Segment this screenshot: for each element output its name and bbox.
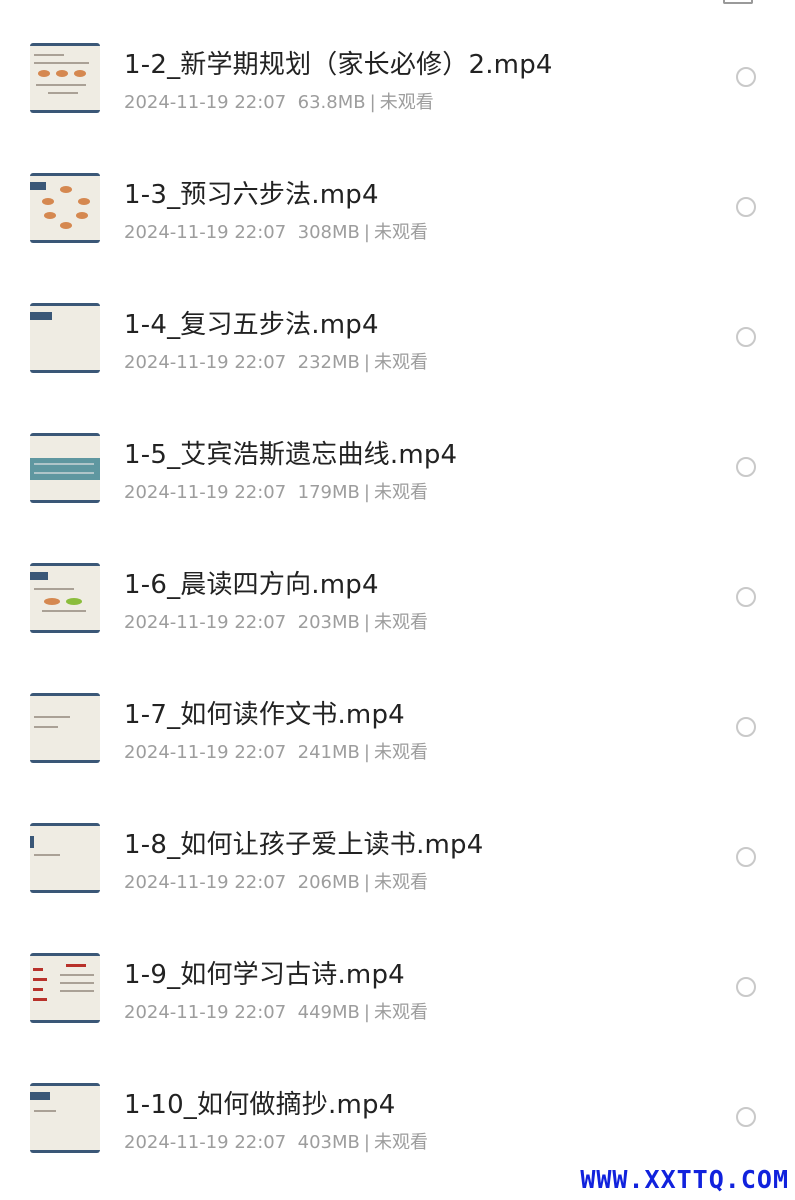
- select-radio-icon[interactable]: [736, 457, 756, 477]
- file-size: 63.8MB: [297, 92, 366, 113]
- file-size: 232MB: [297, 352, 360, 373]
- file-date: 2024-11-19 22:07: [124, 612, 287, 633]
- file-date: 2024-11-19 22:07: [124, 352, 287, 373]
- video-thumbnail: [30, 43, 100, 113]
- file-meta: 2024-11-19 22:07 203MB | 未观看: [124, 608, 428, 634]
- file-name: 1-8_如何让孩子爱上读书.mp4: [124, 830, 484, 860]
- file-name: 1-10_如何做摘抄.mp4: [124, 1090, 396, 1120]
- file-meta: 2024-11-19 22:07 241MB | 未观看: [124, 738, 428, 764]
- video-thumbnail: [30, 303, 100, 373]
- file-size: 449MB: [297, 1002, 360, 1023]
- list-item[interactable]: 1-4_复习五步法.mp4 2024-11-19 22:07 232MB | 未观看: [0, 260, 795, 390]
- list-item[interactable]: 1-2_新学期规划（家长必修）2.mp4 2024-11-19 22:07 63…: [0, 0, 795, 130]
- video-thumbnail: [30, 1083, 100, 1153]
- file-name: 1-9_如何学习古诗.mp4: [124, 960, 405, 990]
- file-name: 1-2_新学期规划（家长必修）2.mp4: [124, 50, 553, 80]
- file-list: 1-2_新学期规划（家长必修）2.mp4 2024-11-19 22:07 63…: [0, 0, 795, 1170]
- file-size: 403MB: [297, 1132, 360, 1153]
- list-item[interactable]: 1-7_如何读作文书.mp4 2024-11-19 22:07 241MB | 未观…: [0, 650, 795, 780]
- file-meta: 2024-11-19 22:07 403MB | 未观看: [124, 1128, 428, 1154]
- file-meta: 2024-11-19 22:07 63.8MB | 未观看: [124, 88, 434, 114]
- meta-separator: |: [363, 482, 370, 503]
- file-size: 308MB: [297, 222, 360, 243]
- file-size: 241MB: [297, 742, 360, 763]
- file-meta: 2024-11-19 22:07 308MB | 未观看: [124, 218, 428, 244]
- video-thumbnail: [30, 563, 100, 633]
- file-date: 2024-11-19 22:07: [124, 1132, 287, 1153]
- file-meta: 2024-11-19 22:07 232MB | 未观看: [124, 348, 428, 374]
- list-item[interactable]: 1-5_艾宾浩斯遗忘曲线.mp4 2024-11-19 22:07 179MB |…: [0, 390, 795, 520]
- meta-separator: |: [369, 92, 376, 113]
- meta-separator: |: [363, 612, 370, 633]
- video-thumbnail: [30, 693, 100, 763]
- select-radio-icon[interactable]: [736, 67, 756, 87]
- watch-status: 未观看: [373, 352, 428, 373]
- file-date: 2024-11-19 22:07: [124, 742, 287, 763]
- meta-separator: |: [363, 1132, 370, 1153]
- watch-status: 未观看: [373, 222, 428, 243]
- select-radio-icon[interactable]: [736, 327, 756, 347]
- watch-status: 未观看: [373, 1002, 428, 1023]
- file-size: 203MB: [297, 612, 360, 633]
- file-size: 179MB: [297, 482, 360, 503]
- select-radio-icon[interactable]: [736, 977, 756, 997]
- meta-separator: |: [363, 872, 370, 893]
- list-item[interactable]: 1-8_如何让孩子爱上读书.mp4 2024-11-19 22:07 206MB…: [0, 780, 795, 910]
- file-name: 1-7_如何读作文书.mp4: [124, 700, 405, 730]
- file-date: 2024-11-19 22:07: [124, 1002, 287, 1023]
- meta-separator: |: [363, 352, 370, 373]
- watch-status: 未观看: [373, 612, 428, 633]
- file-name: 1-4_复习五步法.mp4: [124, 310, 379, 340]
- file-meta: 2024-11-19 22:07 449MB | 未观看: [124, 998, 428, 1024]
- list-item[interactable]: 1-3_预习六步法.mp4 2024-11-19 22:07 308MB | 未观看: [0, 130, 795, 260]
- file-name: 1-3_预习六步法.mp4: [124, 180, 379, 210]
- watch-status: 未观看: [373, 1132, 428, 1153]
- watch-status: 未观看: [373, 872, 428, 893]
- video-thumbnail: [30, 173, 100, 243]
- file-name: 1-6_晨读四方向.mp4: [124, 570, 379, 600]
- select-radio-icon[interactable]: [736, 717, 756, 737]
- video-thumbnail: [30, 433, 100, 503]
- select-radio-icon[interactable]: [736, 197, 756, 217]
- list-item[interactable]: 1-10_如何做摘抄.mp4 2024-11-19 22:07 403MB | 未观…: [0, 1040, 795, 1170]
- select-radio-icon[interactable]: [736, 1107, 756, 1127]
- meta-separator: |: [363, 742, 370, 763]
- select-radio-icon[interactable]: [736, 587, 756, 607]
- video-thumbnail: [30, 823, 100, 893]
- file-meta: 2024-11-19 22:07 206MB | 未观看: [124, 868, 428, 894]
- list-item[interactable]: 1-6_晨读四方向.mp4 2024-11-19 22:07 203MB | 未观看: [0, 520, 795, 650]
- file-meta: 2024-11-19 22:07 179MB | 未观看: [124, 478, 428, 504]
- file-date: 2024-11-19 22:07: [124, 222, 287, 243]
- watch-status: 未观看: [373, 482, 428, 503]
- list-item[interactable]: 1-9_如何学习古诗.mp4 2024-11-19 22:07 449MB | 未观…: [0, 910, 795, 1040]
- file-size: 206MB: [297, 872, 360, 893]
- file-name: 1-5_艾宾浩斯遗忘曲线.mp4: [124, 440, 458, 470]
- select-radio-icon[interactable]: [736, 847, 756, 867]
- meta-separator: |: [363, 1002, 370, 1023]
- file-date: 2024-11-19 22:07: [124, 92, 287, 113]
- file-date: 2024-11-19 22:07: [124, 872, 287, 893]
- video-thumbnail: [30, 953, 100, 1023]
- meta-separator: |: [363, 222, 370, 243]
- watch-status: 未观看: [373, 742, 428, 763]
- watch-status: 未观看: [379, 92, 434, 113]
- file-date: 2024-11-19 22:07: [124, 482, 287, 503]
- watermark-text: WWW.XXTTQ.COM: [580, 1165, 789, 1194]
